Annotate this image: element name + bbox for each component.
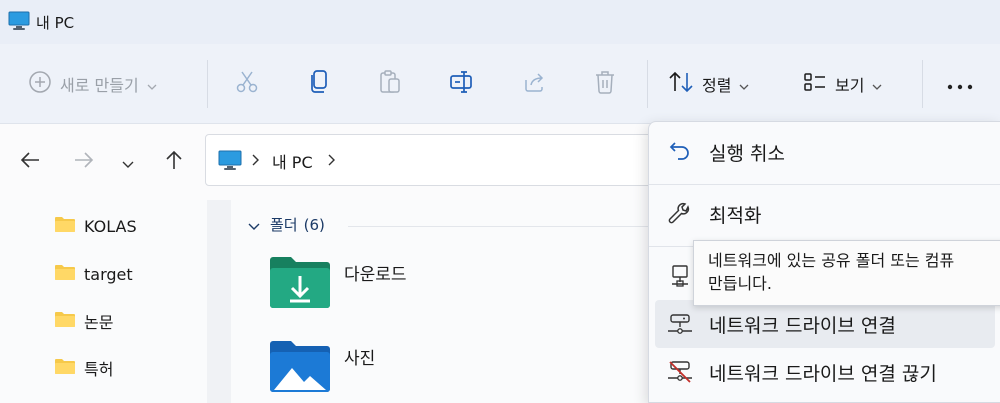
- chevron-down-icon: [872, 75, 882, 94]
- folder-label: 다운로드: [344, 265, 407, 285]
- menu-item-undo[interactable]: 실행 취소: [655, 128, 995, 176]
- sort-button[interactable]: 정렬: [668, 62, 768, 106]
- chevron-down-icon: [739, 75, 749, 94]
- copy-icon: [307, 69, 331, 99]
- folder-icon: [54, 357, 76, 379]
- paste-icon: [378, 69, 402, 99]
- share-button[interactable]: [513, 62, 555, 106]
- delete-button[interactable]: [584, 62, 626, 106]
- monitor-icon: [218, 150, 242, 176]
- chevron-right-icon[interactable]: [328, 151, 336, 170]
- section-count: (6): [303, 215, 325, 234]
- sidebar-item-kolas[interactable]: KOLAS: [54, 214, 137, 238]
- toolbar-divider: [207, 60, 208, 108]
- sidebar-item-target[interactable]: target: [54, 262, 133, 286]
- tooltip: 네트워크에 있는 공유 폴더 또는 컴퓨 만듭니다.: [693, 240, 1000, 306]
- sidebar-item-label: KOLAS: [84, 216, 137, 236]
- arrow-left-icon: [20, 151, 40, 173]
- back-button[interactable]: [16, 148, 44, 176]
- rename-icon: [449, 70, 475, 98]
- toolbar-divider: [647, 60, 648, 108]
- folder-icon: [54, 215, 76, 237]
- folder-tile-downloads[interactable]: 다운로드: [268, 256, 407, 314]
- menu-item-label: 네트워크 드라이브 연결: [709, 314, 896, 337]
- new-button-label: 새로 만들기: [60, 76, 139, 95]
- sidebar-scrollbar[interactable]: [207, 200, 231, 403]
- menu-item-label: 최적화: [709, 204, 762, 227]
- menu-divider: [649, 184, 1000, 185]
- wrench-icon: [665, 202, 695, 226]
- map-network-drive-icon: [665, 313, 695, 335]
- tooltip-line: 네트워크에 있는 공유 폴더 또는 컴퓨: [708, 251, 955, 270]
- sidebar-item-patents[interactable]: 특허: [54, 356, 113, 380]
- sidebar-item-papers[interactable]: 논문: [54, 309, 113, 333]
- view-icon: [803, 72, 827, 96]
- sort-icon: [668, 71, 694, 97]
- forward-button[interactable]: [70, 148, 98, 176]
- pictures-folder-icon: [268, 340, 332, 398]
- network-location-icon: [665, 264, 695, 288]
- folder-tile-pictures[interactable]: 사진: [268, 340, 375, 398]
- window-title: 내 PC: [36, 14, 75, 32]
- sidebar-item-label: 논문: [84, 313, 114, 332]
- more-button[interactable]: [940, 62, 980, 106]
- rename-button[interactable]: [441, 62, 483, 106]
- arrow-right-icon: [74, 151, 94, 173]
- folders-section-header[interactable]: 폴더 (6): [248, 214, 325, 235]
- view-button[interactable]: 보기: [803, 62, 903, 106]
- menu-item-disconnect-network-drive[interactable]: 네트워크 드라이브 연결 끊기: [655, 348, 995, 396]
- paste-button[interactable]: [369, 62, 411, 106]
- monitor-icon: [8, 11, 30, 35]
- copy-button[interactable]: [298, 62, 340, 106]
- plus-circle-icon: [28, 70, 52, 98]
- chevron-down-icon: [248, 216, 260, 234]
- delete-icon: [594, 70, 616, 98]
- cut-button[interactable]: [226, 62, 268, 106]
- share-icon: [522, 70, 546, 98]
- tooltip-line: 만듭니다.: [708, 274, 772, 293]
- undo-icon: [665, 140, 695, 164]
- new-button[interactable]: 새로 만들기: [28, 62, 188, 106]
- arrow-up-icon: [164, 150, 184, 174]
- menu-item-label: 실행 취소: [709, 142, 785, 165]
- breadcrumb-item[interactable]: 내 PC: [272, 149, 313, 173]
- sidebar-item-label: 특허: [84, 360, 114, 379]
- address-bar[interactable]: 내 PC: [205, 134, 725, 186]
- section-divider: [348, 226, 648, 227]
- toolbar-divider: [922, 60, 923, 108]
- cut-icon: [235, 70, 259, 98]
- downloads-folder-icon: [268, 256, 332, 314]
- menu-item-optimize[interactable]: 최적화: [655, 190, 995, 238]
- folder-label: 사진: [344, 349, 376, 369]
- title-bar: 내 PC: [0, 0, 1000, 44]
- chevron-down-icon: [147, 75, 157, 94]
- recent-locations-button[interactable]: [114, 148, 142, 176]
- chevron-right-icon: [252, 151, 260, 170]
- up-button[interactable]: [160, 148, 188, 176]
- more-icon: [947, 75, 973, 94]
- folder-icon: [54, 263, 76, 285]
- section-title: 폴더: [270, 216, 298, 234]
- menu-item-map-network-drive[interactable]: 네트워크 드라이브 연결: [655, 300, 995, 348]
- navigation-pane: KOLAS target 논문 특허: [0, 200, 205, 403]
- sort-button-label: 정렬: [702, 76, 732, 95]
- view-button-label: 보기: [835, 76, 865, 95]
- folder-icon: [54, 310, 76, 332]
- menu-item-label: 네트워크 드라이브 연결 끊기: [709, 362, 937, 385]
- command-bar: 새로 만들기 정렬 보기: [0, 44, 1000, 124]
- sidebar-item-label: target: [84, 264, 133, 284]
- chevron-down-icon: [122, 153, 134, 172]
- disconnect-network-drive-icon: [665, 360, 695, 384]
